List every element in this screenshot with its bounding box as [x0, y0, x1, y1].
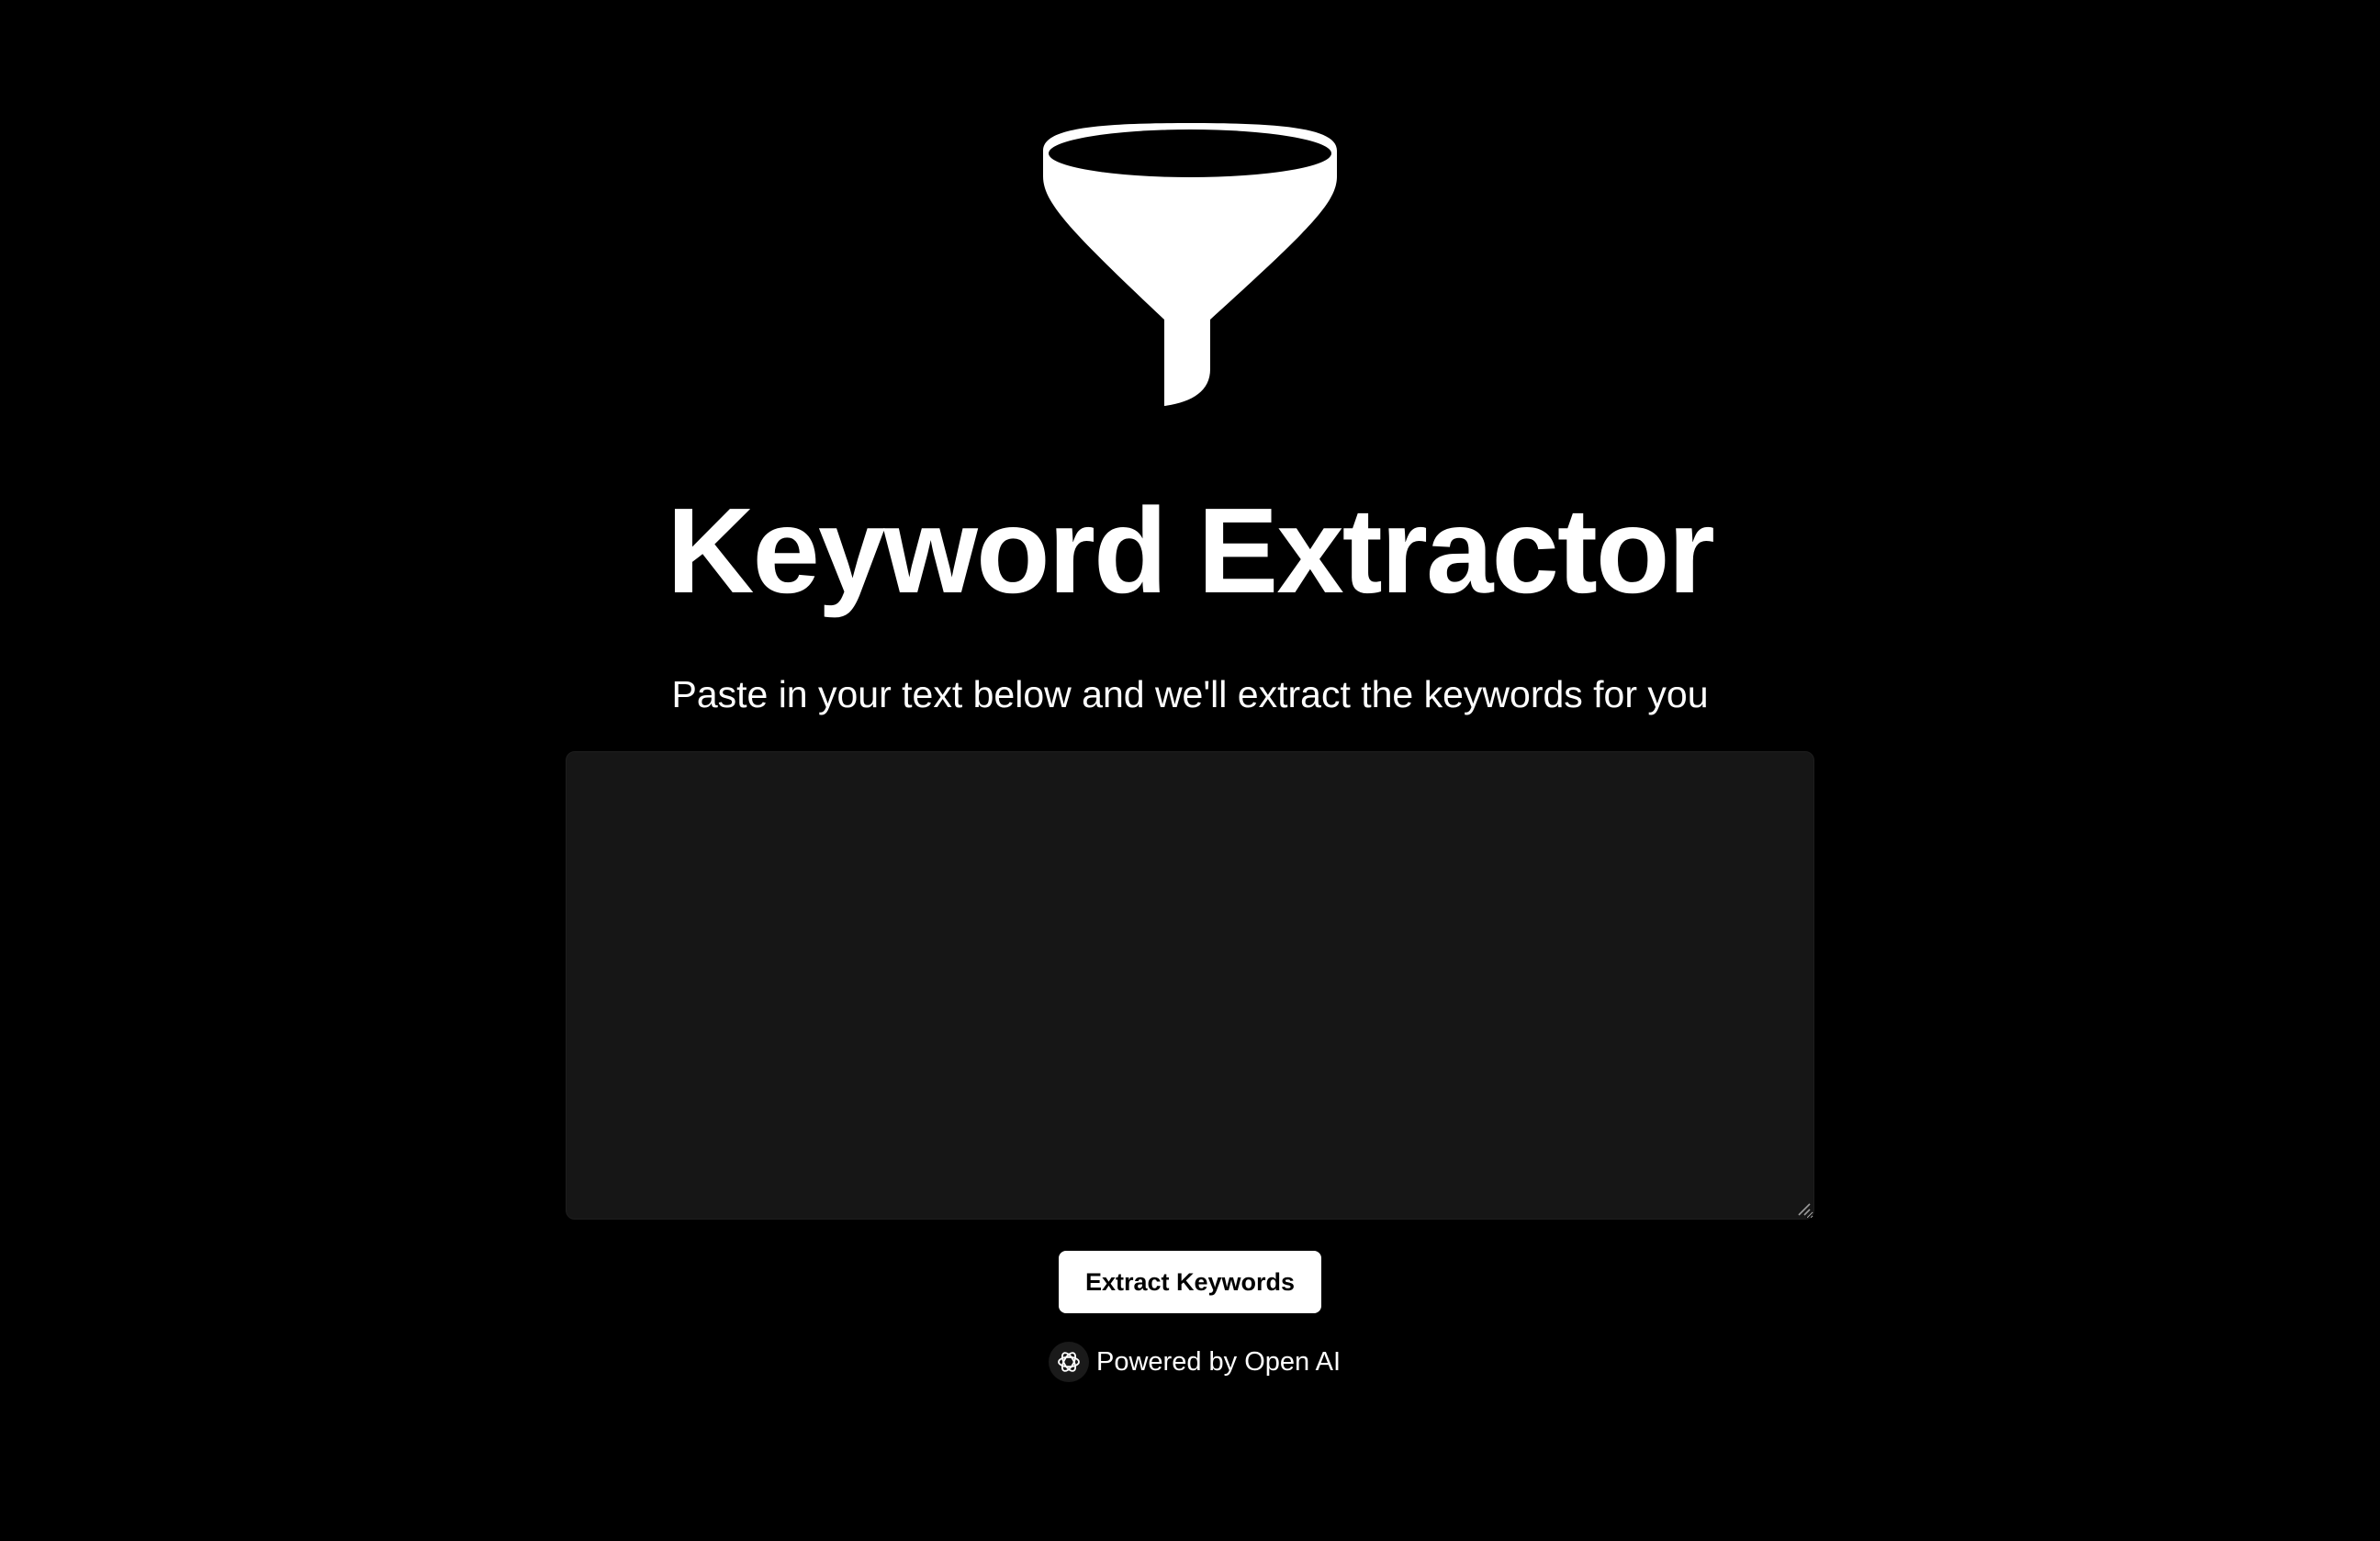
openai-icon — [1049, 1342, 1089, 1382]
extract-keywords-button[interactable]: Extract Keywords — [1059, 1251, 1321, 1313]
app-page: Keyword Extractor Paste in your text bel… — [0, 0, 2380, 1541]
powered-by: Powered by Open AI — [1049, 1339, 1341, 1385]
funnel-icon — [1036, 119, 1344, 413]
powered-by-text: Powered by Open AI — [1096, 1347, 1341, 1377]
page-title: Keyword Extractor — [667, 483, 1715, 618]
resize-handle-icon[interactable] — [1796, 1201, 1811, 1216]
page-subtitle: Paste in your text below and we'll extra… — [671, 673, 1709, 715]
text-input[interactable] — [566, 751, 1814, 1220]
